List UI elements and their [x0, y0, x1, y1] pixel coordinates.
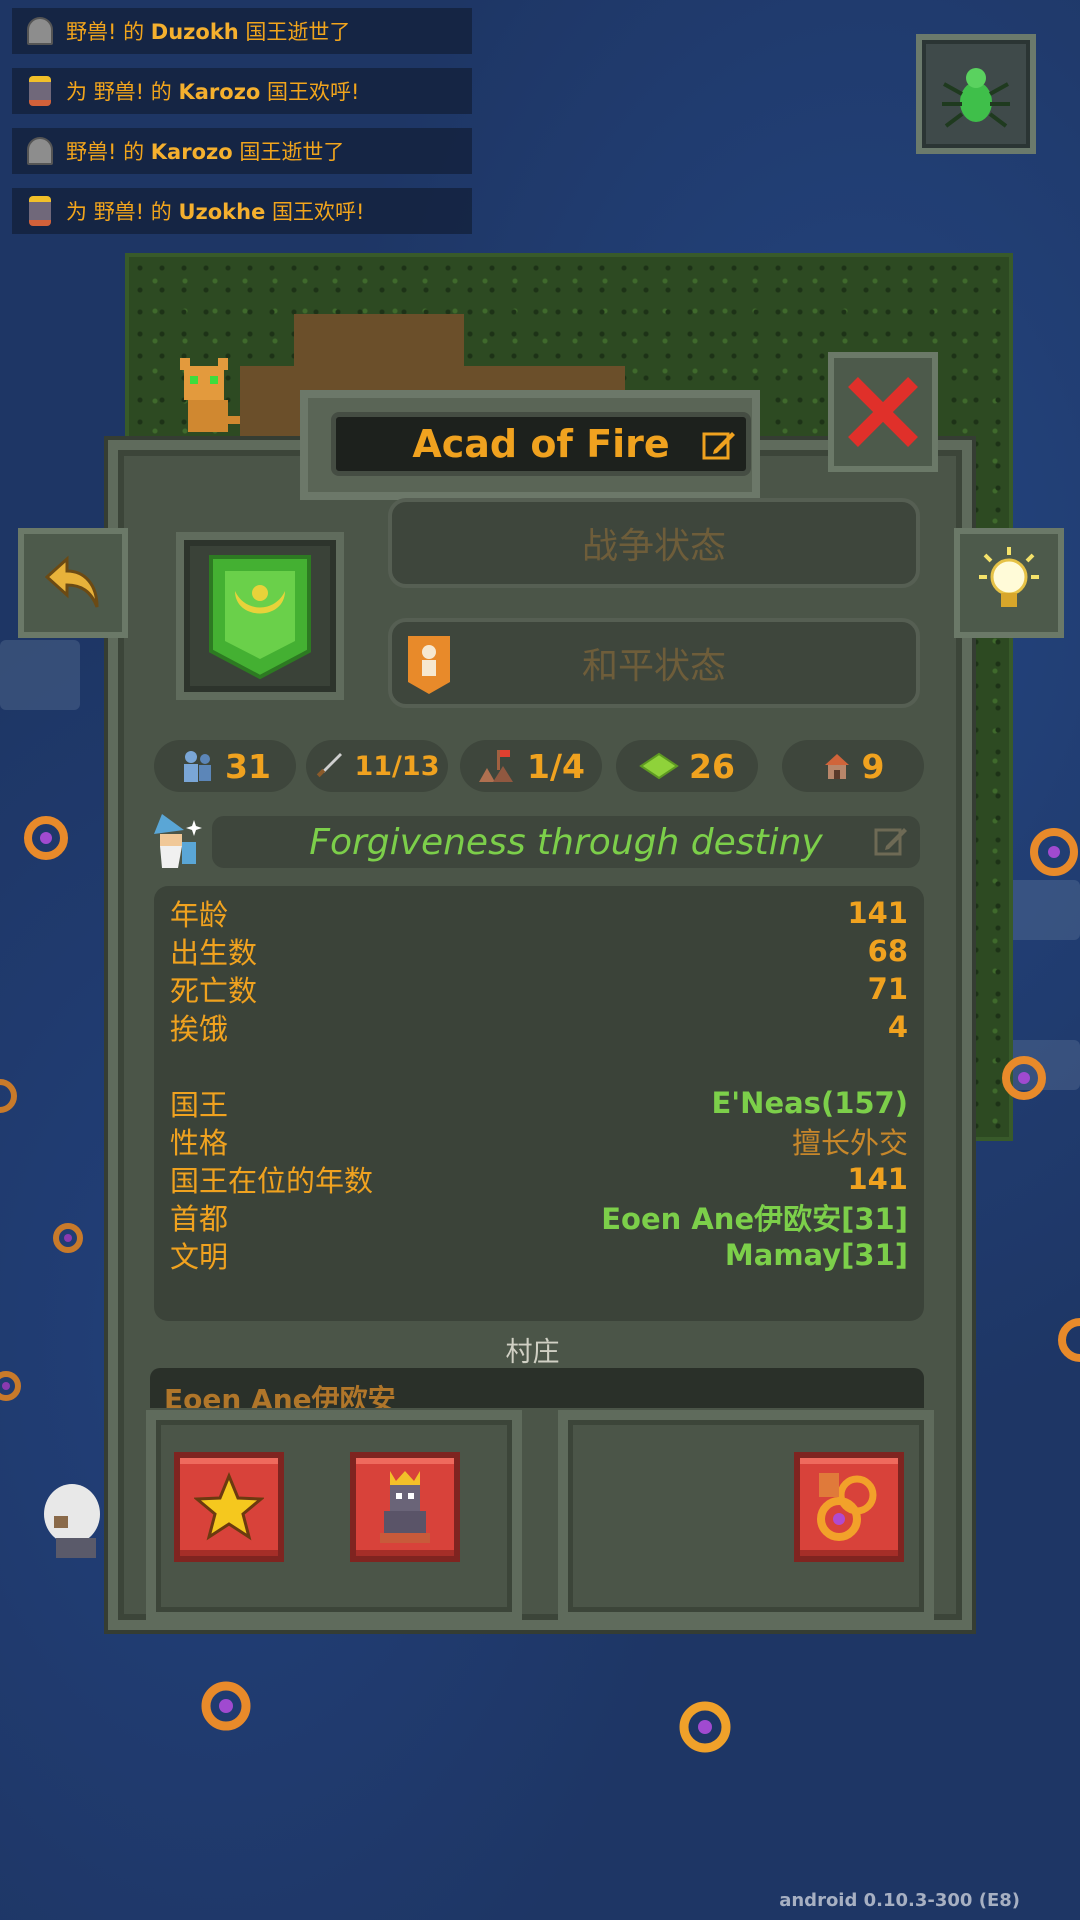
kingdom-name: Acad of Fire	[412, 422, 670, 466]
crown-creature-icon[interactable]	[18, 810, 74, 866]
kingdom-banner[interactable]	[176, 532, 344, 700]
crown-creature-icon[interactable]	[194, 1674, 258, 1738]
event-feed-item[interactable]: 为 野兽! 的 Uzokhe 国王欢呼!	[12, 188, 472, 234]
close-button[interactable]	[828, 352, 938, 472]
buildings-stat[interactable]: 9	[782, 740, 924, 792]
crown-creature-icon[interactable]	[1024, 822, 1080, 882]
peace-state-label: 和平状态	[581, 646, 726, 687]
lightbulb-icon	[979, 547, 1039, 607]
event-text: 为 野兽! 的 Uzokhe 国王欢呼!	[66, 200, 365, 224]
territory-tile-icon	[639, 752, 679, 780]
favorite-button[interactable]	[174, 1452, 284, 1562]
crown-creature-icon[interactable]	[1056, 1310, 1080, 1370]
grave-icon	[24, 135, 56, 167]
info-row-capital[interactable]: 首都 Eoen Ane伊欧安[31]	[170, 1198, 908, 1236]
city-flag-icon	[479, 750, 513, 782]
info-row-culture[interactable]: 文明 Mamay[31]	[170, 1236, 908, 1274]
territory-stat[interactable]: 26	[616, 740, 758, 792]
event-feed-item[interactable]: 为 野兽! 的 Karozo 国王欢呼!	[12, 68, 472, 114]
edit-motto-icon[interactable]	[874, 824, 908, 858]
event-feed-item[interactable]: 野兽! 的 Duzokh 国王逝世了	[12, 8, 472, 54]
village-list[interactable]: Eoen Ane伊欧安	[150, 1368, 924, 1408]
info-row-deaths: 死亡数 71	[170, 972, 908, 1008]
edit-name-icon[interactable]	[702, 428, 736, 462]
event-text: 野兽! 的 Duzokh 国王逝世了	[66, 20, 351, 44]
village-name[interactable]: Eoen Ane伊欧安	[164, 1378, 396, 1408]
info-row-age: 年龄 141	[170, 896, 908, 932]
spider-icon	[942, 68, 1010, 128]
back-arrow-icon	[44, 555, 99, 608]
grave-icon	[24, 15, 56, 47]
crown-creature-icon[interactable]	[672, 1694, 738, 1760]
info-row-reign: 国王在位的年数 141	[170, 1162, 908, 1198]
sword-icon	[317, 753, 343, 778]
sheep-creature-icon[interactable]	[40, 1480, 110, 1566]
kingdom-name-box[interactable]: Acad of Fire	[331, 412, 751, 476]
kingdom-banner-icon	[209, 555, 311, 680]
villages-heading: 村庄	[505, 1337, 560, 1368]
cities-stat[interactable]: 1/4	[460, 740, 602, 792]
crowns-button[interactable]	[794, 1452, 904, 1562]
close-icon	[848, 377, 918, 447]
culture-link[interactable]: Mamay[31]	[725, 1238, 908, 1272]
population-stat[interactable]: 31	[154, 740, 296, 792]
version-label: android 0.10.3-300 (E8)	[779, 1890, 1020, 1911]
crown-creature-icon[interactable]	[0, 1366, 26, 1406]
info-row-trait: 性格 擅长外交	[170, 1126, 908, 1160]
creature-power-button[interactable]	[916, 34, 1036, 154]
king-portrait-icon	[380, 1471, 430, 1543]
kingdom-motto[interactable]: Forgiveness through destiny	[212, 816, 920, 868]
capital-link[interactable]: Eoen Ane伊欧安[31]	[601, 1196, 908, 1238]
population-icon	[184, 751, 212, 782]
king-icon	[24, 195, 56, 227]
war-state-label: 战争状态	[581, 526, 726, 567]
peace-banner-icon	[408, 636, 450, 694]
king-button[interactable]	[350, 1452, 460, 1562]
motto-text: Forgiveness through destiny	[309, 821, 823, 863]
event-text: 野兽! 的 Karozo 国王逝世了	[66, 140, 345, 164]
war-state-button[interactable]: 战争状态	[388, 498, 920, 588]
crown-creature-icon[interactable]	[996, 1050, 1052, 1106]
hint-button[interactable]	[954, 528, 1064, 638]
info-row-births: 出生数 68	[170, 934, 908, 970]
wizard-icon	[154, 814, 202, 868]
cloud	[0, 640, 80, 710]
king-icon	[24, 75, 56, 107]
house-icon	[824, 754, 849, 779]
king-link[interactable]: E'Neas(157)	[711, 1086, 908, 1120]
crown-creature-icon[interactable]	[48, 1218, 88, 1258]
crown-creature-icon[interactable]	[0, 1076, 20, 1116]
crowns-icon	[817, 1473, 877, 1541]
event-feed-item[interactable]: 野兽! 的 Karozo 国王逝世了	[12, 128, 472, 174]
back-button[interactable]	[18, 528, 128, 638]
star-icon	[194, 1472, 264, 1541]
event-text: 为 野兽! 的 Karozo 国王欢呼!	[66, 80, 360, 104]
army-stat[interactable]: 11/13	[306, 740, 448, 792]
info-row-king[interactable]: 国王 E'Neas(157)	[170, 1084, 908, 1122]
cat-creature-icon[interactable]	[172, 358, 242, 438]
kingdom-info-panel: 年龄 141 出生数 68 死亡数 71 挨饿 4 国王 E'Neas(157)…	[154, 886, 924, 1321]
info-row-starved: 挨饿 4	[170, 1010, 908, 1046]
peace-state-button[interactable]: 和平状态	[388, 618, 920, 708]
